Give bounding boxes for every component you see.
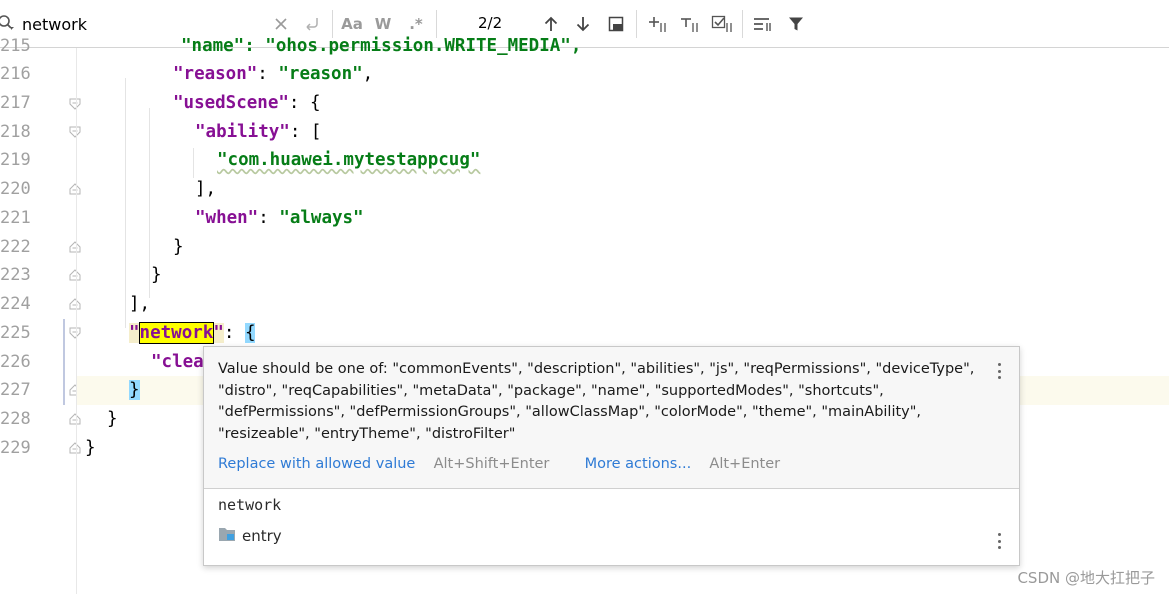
search-match-highlight[interactable]: network [138,322,215,344]
line-number: 226 [0,352,30,372]
replace-with-allowed-value-link[interactable]: Replace with allowed value [218,456,415,472]
code-text: "name": "ohos.permission.WRITE_MEDIA", [181,36,582,56]
line-number: 220 [0,179,30,199]
popup-more-options-icon[interactable] [997,363,1001,379]
more-actions-link[interactable]: More actions... [585,456,692,472]
code-line: "reason": "reason", [173,64,374,84]
line-number: 227 [0,380,30,400]
code-line: "ability": [ [195,122,322,142]
shortcut-hint: Alt+Enter [709,456,781,472]
json-string: "com.huawei.mytestappcug" [217,150,481,170]
code-line: } [151,265,162,285]
code-line: "com.huawei.mytestappcug" [77,146,1169,175]
line-number: 215 [0,36,30,56]
watermark: CSDN @地大扛把子 [1017,569,1155,587]
info-more-options-icon[interactable] [997,533,1001,549]
inspection-popup: Value should be one of: "commonEvents", … [203,346,1020,566]
element-name: network [218,496,282,514]
json-key: "when" [195,208,259,228]
code-line: "when": "always" [195,208,364,228]
line-number: 217 [0,93,30,113]
line-number: 228 [0,409,30,429]
line-number: 225 [0,323,30,343]
json-key: "reason" [173,64,258,84]
json-key: "usedScene" [173,93,289,113]
code-line: } [173,237,184,257]
json-string: "reason" [278,64,363,84]
json-key: "ability" [195,122,290,142]
line-number: 216 [0,64,30,84]
vcs-change-marker[interactable] [63,319,65,405]
json-key-quote: " [129,323,140,343]
match-count: 2/2 [478,14,503,32]
code-line: "network": { [129,322,256,344]
code-line: "usedScene": { [173,93,321,113]
line-number: 229 [0,438,30,458]
line-number: 218 [0,122,30,142]
search-icon[interactable] [0,14,16,32]
json-string: "always" [279,208,364,228]
module-folder-icon [218,526,236,546]
line-number: 223 [0,265,30,285]
module-info: entry [218,526,282,546]
module-name: entry [242,527,282,545]
code-line: "name": "ohos.permission.WRITE_MEDIA", [77,32,1169,61]
json-key-quote: " [213,323,224,343]
code-line: ], [129,294,151,314]
line-number: 224 [0,294,30,314]
line-number: 222 [0,237,30,257]
json-key: "clea [151,352,204,372]
element-info-section: network entry [204,489,1019,565]
line-number: 219 [0,150,30,170]
shortcut-hint: Alt+Shift+Enter [433,456,550,472]
matched-brace: } [129,380,140,400]
quick-fix-actions: Replace with allowed value Alt+Shift+Ent… [218,456,780,472]
matched-brace: { [244,323,256,343]
line-number: 221 [0,208,30,228]
inspection-message: Value should be one of: "commonEvents", … [218,361,975,442]
code-line: ], [195,179,217,199]
